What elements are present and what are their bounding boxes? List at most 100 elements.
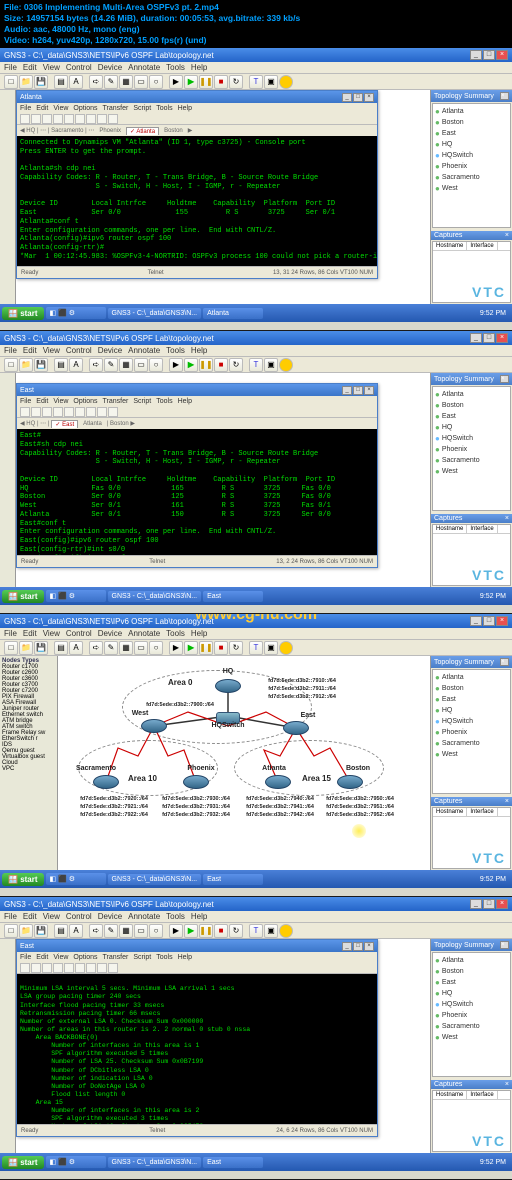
- menu-annotate[interactable]: Annotate: [128, 346, 160, 355]
- close-button[interactable]: ×: [496, 50, 508, 60]
- term1-tab-boston[interactable]: Boston: [161, 128, 186, 134]
- device-item[interactable]: VPC: [2, 766, 55, 772]
- idle-icon[interactable]: [279, 358, 293, 372]
- term1-menu-help[interactable]: Help: [178, 105, 192, 112]
- term1-tool[interactable]: [86, 114, 96, 124]
- term2-maximize[interactable]: □: [353, 386, 363, 395]
- menu-control[interactable]: Control: [66, 63, 92, 72]
- play-icon[interactable]: ▶: [184, 358, 198, 372]
- topo-item-hqswitch[interactable]: HQSwitch: [435, 150, 508, 161]
- term1-menu-edit[interactable]: Edit: [36, 105, 48, 112]
- menu-file[interactable]: File: [4, 346, 17, 355]
- term1-tool[interactable]: [75, 114, 85, 124]
- menu-view[interactable]: View: [43, 63, 60, 72]
- picture-icon[interactable]: ▣: [264, 358, 278, 372]
- label-icon[interactable]: A: [69, 75, 83, 89]
- image-icon[interactable]: ▦: [119, 75, 133, 89]
- idle-icon[interactable]: [279, 75, 293, 89]
- note-icon[interactable]: ✎: [104, 75, 118, 89]
- term1-tool[interactable]: [20, 114, 30, 124]
- play-icon[interactable]: ▶: [184, 75, 198, 89]
- menu-edit[interactable]: Edit: [23, 346, 37, 355]
- nodes-panel[interactable]: Nodes Types Router c1700 Router c2600 Ro…: [0, 656, 58, 870]
- snapshot-icon[interactable]: ▤: [54, 358, 68, 372]
- ellipse-icon[interactable]: ○: [149, 358, 163, 372]
- rect-icon[interactable]: ▭: [134, 358, 148, 372]
- note-icon[interactable]: ✎: [104, 358, 118, 372]
- nodes-panel[interactable]: [0, 90, 16, 304]
- topology-list[interactable]: Atlanta Boston East HQ HQSwitch Phoenix …: [432, 103, 511, 228]
- picture-icon[interactable]: ▣: [264, 75, 278, 89]
- menu-control[interactable]: Control: [66, 346, 92, 355]
- term1-tab-phoenix[interactable]: Phoenix: [96, 128, 124, 134]
- topo-item-west[interactable]: West: [435, 183, 508, 194]
- taskbar-gns3[interactable]: GNS3 - C:\_data\GNS3\N...: [108, 308, 202, 319]
- term1-output[interactable]: Connected to Dynamips VM "Atlanta" (ID 1…: [17, 136, 377, 266]
- panel-close-icon[interactable]: ×: [500, 92, 509, 100]
- menu-tools[interactable]: Tools: [166, 346, 185, 355]
- maximize-button[interactable]: □: [483, 333, 495, 343]
- stop-icon[interactable]: ■: [214, 75, 228, 89]
- router-east-icon[interactable]: [283, 721, 309, 735]
- canvas[interactable]: East _□× FileEditViewOptionsTransferScri…: [16, 373, 430, 587]
- menu-help[interactable]: Help: [191, 63, 207, 72]
- term2-minimize[interactable]: _: [342, 386, 352, 395]
- router-west-icon[interactable]: [141, 719, 167, 733]
- router-boston-icon[interactable]: [337, 775, 363, 789]
- canvas[interactable]: Atlanta _ □ × File Edit View Options Tra…: [16, 90, 430, 304]
- term1-close[interactable]: ×: [364, 93, 374, 102]
- term1-maximize[interactable]: □: [353, 93, 363, 102]
- menu-edit[interactable]: Edit: [23, 63, 37, 72]
- term1-menu-transfer[interactable]: Transfer: [103, 105, 129, 112]
- topo-item-hq[interactable]: HQ: [435, 139, 508, 150]
- term1-menu-tools[interactable]: Tools: [156, 105, 172, 112]
- pause-icon[interactable]: ❚❚: [199, 75, 213, 89]
- captures-col-hostname[interactable]: Hostname: [433, 242, 467, 250]
- menu-tools[interactable]: Tools: [166, 63, 185, 72]
- reload-icon[interactable]: ↻: [229, 358, 243, 372]
- menu-help[interactable]: Help: [191, 346, 207, 355]
- taskbar-item[interactable]: ◧ ⬛ ⚙: [46, 307, 106, 319]
- router-hq-icon[interactable]: [215, 679, 241, 693]
- text-icon[interactable]: T: [249, 358, 263, 372]
- topo-item-east[interactable]: East: [435, 128, 508, 139]
- image-icon[interactable]: ▦: [119, 358, 133, 372]
- minimize-button[interactable]: _: [470, 333, 482, 343]
- text-icon[interactable]: T: [249, 75, 263, 89]
- menu-device[interactable]: Device: [98, 63, 122, 72]
- term2-close[interactable]: ×: [364, 386, 374, 395]
- stop-icon[interactable]: ■: [214, 358, 228, 372]
- link-icon[interactable]: ➪: [89, 358, 103, 372]
- start-button[interactable]: 🪟 start: [2, 590, 44, 603]
- term1-menu-file[interactable]: File: [20, 105, 31, 112]
- taskbar-terminal[interactable]: Atlanta: [203, 308, 263, 319]
- router-sacramento-icon[interactable]: [93, 775, 119, 789]
- ellipse-icon[interactable]: ○: [149, 75, 163, 89]
- maximize-button[interactable]: □: [483, 50, 495, 60]
- captures-col-interface[interactable]: Interface: [467, 242, 497, 250]
- term3-output[interactable]: Minimum LSA interval 5 secs. Minimum LSA…: [17, 974, 377, 1124]
- topology-list[interactable]: Atlanta Boston East HQ HQSwitch Phoenix …: [432, 386, 511, 511]
- system-tray[interactable]: 9:52 PM: [476, 310, 510, 317]
- reload-icon[interactable]: ↻: [229, 75, 243, 89]
- close-button[interactable]: ×: [496, 333, 508, 343]
- topo-item-atlanta[interactable]: Atlanta: [435, 106, 508, 117]
- console-icon[interactable]: ▶: [169, 75, 183, 89]
- term1-tool[interactable]: [97, 114, 107, 124]
- new-icon[interactable]: □: [4, 75, 18, 89]
- nodes-panel[interactable]: [0, 939, 16, 1153]
- save-icon[interactable]: 💾: [34, 358, 48, 372]
- term1-tool[interactable]: [64, 114, 74, 124]
- rect-icon[interactable]: ▭: [134, 75, 148, 89]
- new-icon[interactable]: □: [4, 358, 18, 372]
- topo-item-boston[interactable]: Boston: [435, 117, 508, 128]
- topo-item-sacramento[interactable]: Sacramento: [435, 172, 508, 183]
- canvas[interactable]: East _□× FileEditViewOptionsTransferScri…: [16, 939, 430, 1153]
- label-icon[interactable]: A: [69, 358, 83, 372]
- save-icon[interactable]: 💾: [34, 75, 48, 89]
- term1-tool[interactable]: [31, 114, 41, 124]
- snapshot-icon[interactable]: ▤: [54, 75, 68, 89]
- term2-output[interactable]: East# East#sh cdp nei Capability Codes: …: [17, 429, 377, 555]
- term1-minimize[interactable]: _: [342, 93, 352, 102]
- router-phoenix-icon[interactable]: [183, 775, 209, 789]
